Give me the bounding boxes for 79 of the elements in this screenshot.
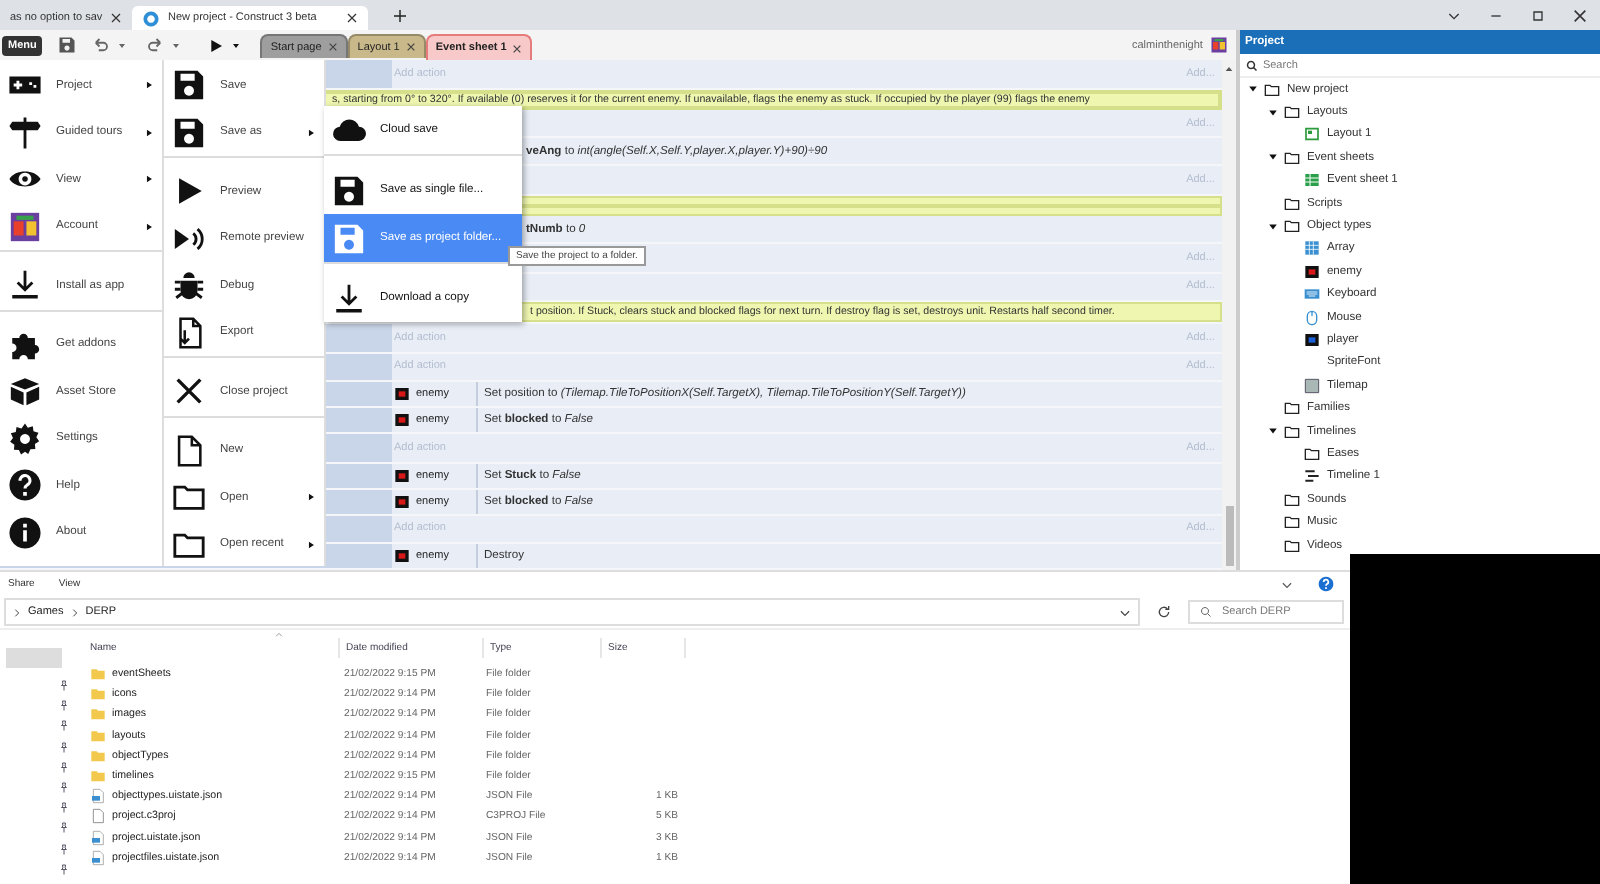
save-icon: [172, 115, 206, 150]
scroll-up-icon[interactable]: [1224, 64, 1235, 74]
timeline-icon: [1304, 468, 1321, 485]
app-logo-icon: [142, 9, 160, 27]
layout-icon: [1304, 126, 1321, 143]
close-icon[interactable]: [346, 12, 358, 24]
help-icon: [8, 468, 42, 503]
submenu-arrow-icon: [144, 221, 154, 232]
grid-icon: [1304, 240, 1321, 257]
file-icon: [90, 808, 106, 825]
expand-arrow-icon[interactable]: [1268, 107, 1279, 118]
bug-icon: [172, 268, 206, 303]
pin-icon[interactable]: [58, 822, 70, 835]
pin-icon[interactable]: [58, 761, 70, 774]
save-icon: [332, 221, 366, 255]
box-icon: [8, 374, 42, 409]
download-icon: [332, 281, 366, 315]
submenu-arrow-icon: [144, 174, 154, 185]
settings-icon: [8, 421, 42, 456]
save-icon[interactable]: [58, 36, 77, 54]
submenu-arrow-icon: [306, 492, 316, 503]
json-file-icon: [90, 788, 106, 805]
close-icon[interactable]: [512, 43, 523, 53]
chevron-right-icon: [69, 607, 80, 617]
pin-icon[interactable]: [58, 700, 70, 713]
sprite-icon: [1304, 263, 1321, 280]
search-icon: [1200, 606, 1212, 618]
json-file-icon: [90, 849, 106, 866]
submenu-arrow-icon: [144, 127, 154, 138]
pin-icon[interactable]: [58, 720, 70, 733]
folder-icon: [1284, 149, 1301, 166]
close-icon[interactable]: [110, 12, 123, 24]
info-icon: [8, 515, 42, 550]
pin-icon[interactable]: [58, 741, 70, 754]
play-icon[interactable]: [208, 37, 225, 53]
chevron-down-icon[interactable]: [1118, 605, 1132, 619]
pin-icon[interactable]: [58, 843, 70, 855]
avatar-icon[interactable]: [1210, 36, 1229, 54]
tilemap-icon: [1304, 377, 1321, 394]
redo-icon[interactable]: [146, 36, 165, 54]
pin-icon[interactable]: [58, 802, 70, 815]
help-icon[interactable]: [1318, 576, 1334, 592]
expand-arrow-icon[interactable]: [1268, 426, 1279, 437]
keyboard-icon: [1304, 286, 1321, 303]
refresh-icon[interactable]: [1156, 604, 1172, 620]
mouse-icon: [1304, 309, 1321, 326]
close-icon[interactable]: [1572, 7, 1588, 23]
expand-arrow-icon[interactable]: [1268, 152, 1279, 163]
event-sheet-icon: [1304, 172, 1321, 189]
sort-caret-icon: [274, 630, 284, 640]
pin-icon[interactable]: [58, 680, 70, 692]
submenu-arrow-icon: [144, 80, 154, 91]
maximize-icon[interactable]: [1530, 7, 1546, 23]
json-file-icon: [90, 829, 106, 846]
sprite-icon: [394, 548, 410, 564]
chevron-right-icon: [12, 607, 22, 617]
download-icon: [8, 268, 42, 303]
pin-icon[interactable]: [58, 781, 70, 794]
search-icon: [1246, 59, 1259, 71]
save-icon: [332, 173, 366, 207]
submenu-arrow-icon: [306, 127, 316, 138]
document-icon: [172, 433, 206, 468]
save-icon: [172, 68, 206, 103]
scrollbar[interactable]: [1222, 60, 1237, 570]
close-icon: [172, 374, 206, 409]
expand-arrow-icon[interactable]: [1248, 84, 1259, 95]
folder-icon: [172, 480, 206, 515]
pin-icon[interactable]: [58, 863, 70, 876]
undo-icon[interactable]: [92, 36, 111, 54]
caret-icon[interactable]: [232, 41, 241, 49]
chevron-down-icon[interactable]: [1280, 577, 1294, 591]
expand-arrow-icon[interactable]: [1268, 221, 1279, 232]
avatar-icon: [8, 209, 42, 244]
sprite-icon: [1304, 331, 1321, 348]
new-tab-icon[interactable]: [392, 7, 408, 23]
cloud-icon: [332, 113, 366, 147]
scrollbar-thumb[interactable]: [1225, 506, 1234, 566]
submenu-arrow-icon: [306, 539, 316, 550]
signpost-icon: [8, 115, 42, 150]
